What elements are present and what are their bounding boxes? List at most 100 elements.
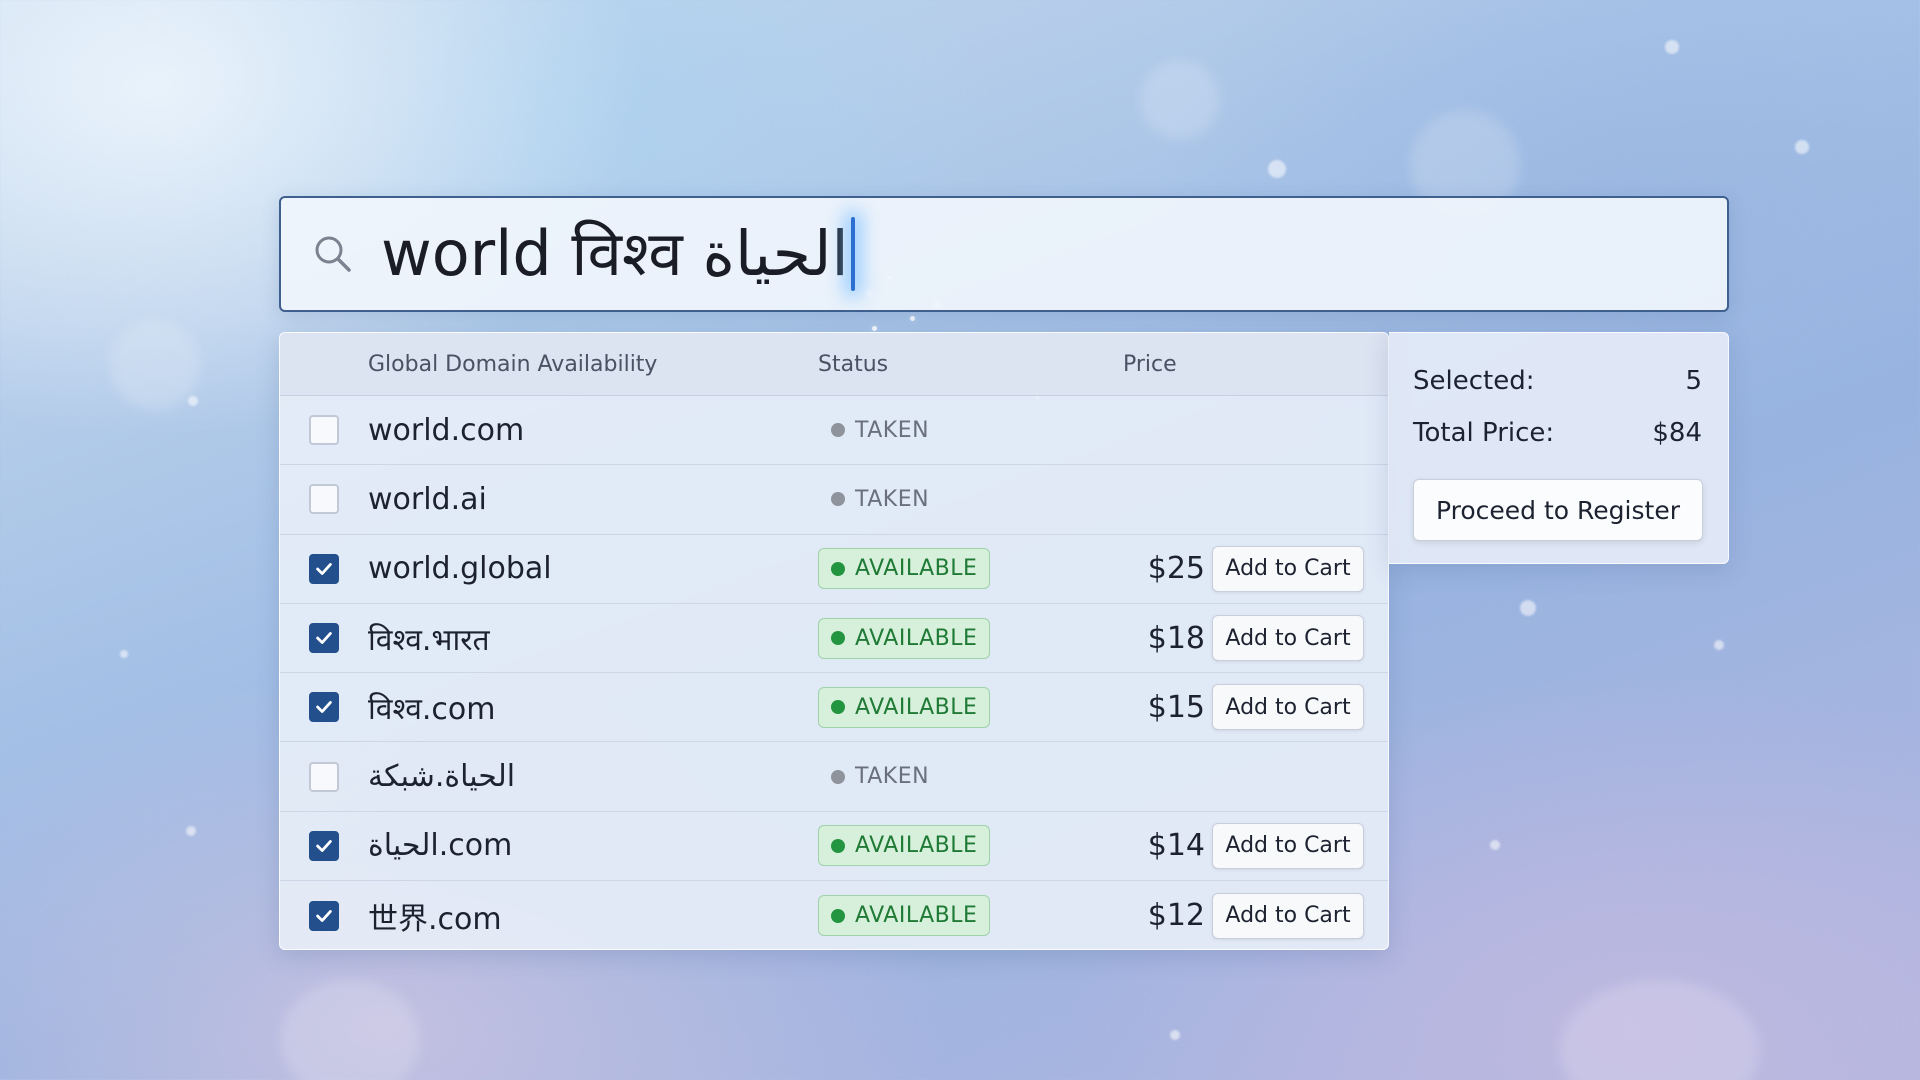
domain-select-checkbox[interactable] bbox=[309, 830, 339, 861]
header-status: Status bbox=[818, 351, 889, 377]
status-text: TAKEN bbox=[855, 417, 930, 443]
table-row: الحياة.شبكة TAKEN bbox=[280, 742, 1388, 812]
sparkle-decoration bbox=[872, 326, 877, 331]
bokeh-decoration bbox=[110, 320, 200, 410]
row-domain-cell: world.global bbox=[368, 551, 818, 586]
domain-name: الحياة.شبكة bbox=[368, 759, 516, 795]
row-check-cell bbox=[280, 623, 368, 654]
table-row: 世界.com AVAILABLE $12 Add to Cart bbox=[280, 881, 1388, 949]
row-status-cell: AVAILABLE bbox=[818, 895, 1113, 937]
domain-search-bar[interactable]: world विश्व الحياة bbox=[279, 196, 1729, 312]
domain-select-checkbox[interactable] bbox=[309, 761, 339, 792]
row-domain-cell: विश्व.भारत bbox=[368, 618, 818, 659]
row-check-cell bbox=[280, 484, 368, 515]
row-domain-cell: الحياة.com bbox=[368, 828, 818, 863]
row-check-cell bbox=[280, 692, 368, 723]
row-domain-cell: world.ai bbox=[368, 482, 818, 517]
row-price-cell: $12 bbox=[1113, 898, 1205, 933]
search-query-text[interactable]: world विश्व الحياة bbox=[381, 209, 849, 299]
status-text: AVAILABLE bbox=[855, 625, 978, 651]
status-text: AVAILABLE bbox=[855, 833, 978, 859]
row-domain-cell: विश्व.com bbox=[368, 687, 818, 728]
row-check-cell bbox=[280, 900, 368, 931]
checkmark-icon bbox=[316, 839, 332, 852]
domain-price: $25 bbox=[1147, 551, 1205, 587]
domain-price: $18 bbox=[1147, 620, 1205, 656]
bokeh-decoration bbox=[1665, 40, 1679, 54]
text-caret bbox=[850, 217, 855, 291]
row-status-cell: AVAILABLE bbox=[818, 617, 1113, 659]
domain-select-checkbox[interactable] bbox=[309, 415, 339, 446]
total-price-label: Total Price: bbox=[1413, 418, 1555, 448]
total-price-value: $84 bbox=[1652, 418, 1702, 448]
domain-results-table: Global Domain Availability Status Price … bbox=[279, 332, 1389, 950]
row-action-cell: Add to Cart bbox=[1205, 822, 1388, 869]
row-check-cell bbox=[280, 415, 368, 446]
row-price-cell: $14 bbox=[1113, 828, 1205, 863]
domain-price: $14 bbox=[1147, 828, 1205, 864]
add-to-cart-button[interactable]: Add to Cart bbox=[1212, 892, 1364, 939]
status-dot-icon bbox=[831, 423, 845, 438]
bokeh-decoration bbox=[186, 826, 196, 836]
status-dot-icon bbox=[831, 908, 845, 923]
table-row: الحياة.com AVAILABLE $14 Add to Cart bbox=[280, 812, 1388, 882]
bokeh-decoration bbox=[120, 650, 128, 658]
cart-summary-panel: Selected: 5 Total Price: $84 Proceed to … bbox=[1389, 332, 1729, 564]
domain-select-checkbox[interactable] bbox=[309, 553, 339, 584]
row-status-cell: TAKEN bbox=[818, 756, 1113, 797]
domain-select-checkbox[interactable] bbox=[309, 484, 339, 515]
header-domain: Global Domain Availability bbox=[368, 351, 658, 377]
domain-name: विश्व.भारत bbox=[368, 622, 490, 658]
bokeh-decoration bbox=[1714, 640, 1724, 650]
domain-name: world.global bbox=[368, 551, 552, 587]
row-check-cell bbox=[280, 761, 368, 792]
row-action-cell: Add to Cart bbox=[1205, 684, 1388, 731]
status-text: TAKEN bbox=[855, 764, 930, 790]
row-action-cell: Add to Cart bbox=[1205, 892, 1388, 939]
domain-select-checkbox[interactable] bbox=[309, 623, 339, 654]
checkmark-icon bbox=[316, 562, 332, 575]
bokeh-decoration bbox=[1490, 840, 1500, 850]
add-to-cart-button[interactable]: Add to Cart bbox=[1212, 545, 1364, 592]
proceed-to-register-button[interactable]: Proceed to Register bbox=[1413, 479, 1703, 541]
header-price: Price bbox=[1123, 351, 1177, 377]
row-price-cell: $18 bbox=[1113, 621, 1205, 656]
search-input[interactable]: world विश्व الحياة bbox=[381, 209, 855, 299]
table-row: world.com TAKEN bbox=[280, 396, 1388, 466]
status-text: TAKEN bbox=[855, 486, 930, 512]
row-status-cell: TAKEN bbox=[818, 479, 1113, 520]
status-badge: AVAILABLE bbox=[818, 825, 991, 867]
selected-count-row: Selected: 5 bbox=[1413, 355, 1702, 407]
domain-name: world.ai bbox=[368, 481, 487, 517]
table-row: विश्व.भारत AVAILABLE $18 Add to Cart bbox=[280, 604, 1388, 674]
status-dot-icon bbox=[831, 700, 845, 715]
status-badge: TAKEN bbox=[818, 479, 942, 520]
add-to-cart-button[interactable]: Add to Cart bbox=[1212, 684, 1364, 731]
status-dot-icon bbox=[831, 838, 845, 853]
domain-name: विश्व.com bbox=[368, 691, 496, 727]
status-badge: AVAILABLE bbox=[818, 895, 991, 937]
domain-name: الحياة.com bbox=[368, 828, 513, 864]
search-icon bbox=[309, 230, 357, 278]
status-badge: TAKEN bbox=[818, 756, 942, 797]
row-domain-cell: 世界.com bbox=[368, 894, 818, 938]
domain-name: 世界.com bbox=[368, 901, 502, 937]
table-row: world.ai TAKEN bbox=[280, 465, 1388, 535]
add-to-cart-button[interactable]: Add to Cart bbox=[1212, 615, 1364, 662]
bokeh-decoration bbox=[1268, 160, 1286, 178]
bokeh-decoration bbox=[280, 980, 420, 1080]
domain-price: $15 bbox=[1147, 689, 1205, 725]
row-check-cell bbox=[280, 553, 368, 584]
status-text: AVAILABLE bbox=[855, 694, 978, 720]
bokeh-decoration bbox=[1795, 140, 1809, 154]
status-dot-icon bbox=[831, 631, 845, 646]
row-action-cell: Add to Cart bbox=[1205, 615, 1388, 662]
domain-select-checkbox[interactable] bbox=[309, 900, 339, 931]
domain-select-checkbox[interactable] bbox=[309, 692, 339, 723]
selected-label: Selected: bbox=[1413, 366, 1535, 396]
total-price-row: Total Price: $84 bbox=[1413, 407, 1702, 459]
bokeh-decoration bbox=[1560, 980, 1760, 1080]
row-price-cell: $15 bbox=[1113, 690, 1205, 725]
add-to-cart-button[interactable]: Add to Cart bbox=[1212, 822, 1364, 869]
row-action-cell: Add to Cart bbox=[1205, 545, 1388, 592]
